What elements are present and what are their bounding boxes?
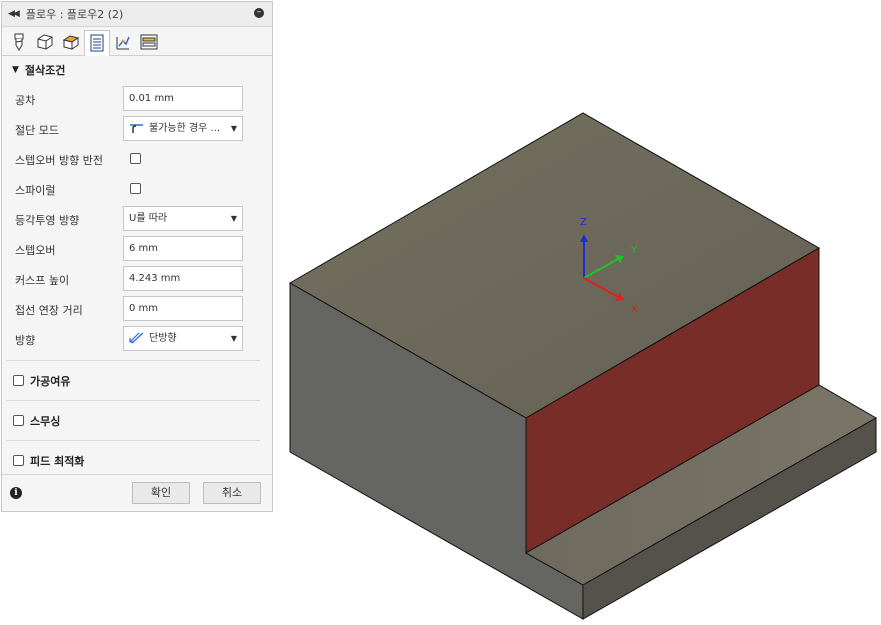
stepover-label: 스텝오버 <box>15 244 56 257</box>
tab-linking[interactable] <box>110 29 136 55</box>
direction-value: 단방향 <box>149 333 177 344</box>
direction-label: 방향 <box>15 334 36 347</box>
geometry-icon <box>37 34 53 50</box>
section-cutting-conditions[interactable]: ▼ 절삭조건 <box>2 56 272 84</box>
cutting-mode-select[interactable]: 불가능한 경우 ... ▼ <box>123 116 243 141</box>
stock-to-leave-checkbox[interactable] <box>13 375 24 386</box>
row-cusp-height: 커스프 높이 4.243 mm <box>2 264 272 294</box>
row-reverse-stepover: 스텝오버 방향 반전 <box>2 144 272 174</box>
tab-tool[interactable] <box>6 29 32 55</box>
post-process-icon <box>140 34 158 50</box>
row-iso-direction: 등각투영 방향 U를 따라 ▼ <box>2 204 272 234</box>
iso-direction-select[interactable]: U를 따라 ▼ <box>123 206 243 231</box>
options-menu-icon[interactable]: – <box>254 8 264 18</box>
tool-icon <box>14 33 24 51</box>
ok-button[interactable]: 확인 <box>132 482 190 504</box>
iso-direction-label: 등각투영 방향 <box>15 214 80 227</box>
iso-direction-value: U를 따라 <box>129 213 168 224</box>
section-smoothing[interactable]: 스무싱 <box>2 401 272 440</box>
tab-geometry[interactable] <box>32 29 58 55</box>
collapse-panel-icon[interactable]: ◀◀ <box>8 9 20 19</box>
dialog-tabs <box>2 27 272 56</box>
row-cutting-mode: 절단 모드 불가능한 경우 ... ▼ <box>2 114 272 144</box>
row-stepover: 스텝오버 6 mm <box>2 234 272 264</box>
tab-passes[interactable] <box>84 30 110 56</box>
stock-to-leave-label: 가공여유 <box>30 374 71 388</box>
axis-z-label: Z <box>580 217 587 228</box>
row-direction: 방향 단방향 ▼ <box>2 324 272 354</box>
tab-heights[interactable] <box>58 29 84 55</box>
spiral-label: 스파이럴 <box>15 184 56 197</box>
dialog-footer: i 확인 취소 <box>2 474 272 511</box>
tangent-extension-input[interactable]: 0 mm <box>123 296 243 321</box>
dialog-title: 플로우 : 플로우2 (2) <box>25 8 124 21</box>
reverse-stepover-label: 스텝오버 방향 반전 <box>15 154 103 167</box>
section-title: 절삭조건 <box>24 64 66 77</box>
heights-icon <box>62 35 80 50</box>
smoothing-label: 스무싱 <box>30 414 61 428</box>
section-stock-to-leave[interactable]: 가공여유 <box>2 361 272 400</box>
direction-select[interactable]: 단방향 ▼ <box>123 326 243 351</box>
cancel-button[interactable]: 취소 <box>203 482 261 504</box>
reverse-stepover-checkbox[interactable] <box>130 153 141 164</box>
one-way-icon <box>129 332 144 344</box>
tangent-extension-label: 접선 연장 거리 <box>15 304 83 317</box>
dropdown-arrow-icon: ▼ <box>230 124 237 133</box>
cutting-mode-label: 절단 모드 <box>15 124 59 137</box>
smoothing-checkbox[interactable] <box>13 415 24 426</box>
tolerance-label: 공차 <box>15 94 36 107</box>
cutting-mode-value: 불가능한 경우 ... <box>149 123 221 134</box>
tab-post-process[interactable] <box>136 29 162 55</box>
dropdown-arrow-icon: ▼ <box>230 214 237 223</box>
axis-x-label: X <box>631 304 638 315</box>
tolerance-input[interactable]: 0.01 mm <box>123 86 243 111</box>
feed-optimization-checkbox[interactable] <box>13 455 24 466</box>
cusp-height-label: 커스프 높이 <box>15 274 70 287</box>
expand-triangle-icon: ▼ <box>12 65 19 75</box>
dropdown-arrow-icon: ▼ <box>230 334 237 343</box>
stepover-input[interactable]: 6 mm <box>123 236 243 261</box>
flow-toolpath-dialog: ◀◀ 플로우 : 플로우2 (2) – ▼ 절삭조건 공차 0.01 mm 절단… <box>1 1 273 512</box>
row-spiral: 스파이럴 <box>2 174 272 204</box>
cusp-height-input[interactable]: 4.243 mm <box>123 266 243 291</box>
dialog-titlebar[interactable]: ◀◀ 플로우 : 플로우2 (2) – <box>2 2 272 27</box>
feed-optimization-label: 피드 최적화 <box>30 454 85 468</box>
linking-icon <box>116 36 130 50</box>
cutting-mode-icon <box>130 124 143 133</box>
passes-icon <box>90 34 104 52</box>
row-tangent-extension: 접선 연장 거리 0 mm <box>2 294 272 324</box>
row-tolerance: 공차 0.01 mm <box>2 84 272 114</box>
axis-y-label: Y <box>630 245 638 256</box>
spiral-checkbox[interactable] <box>130 183 141 194</box>
info-icon[interactable]: i <box>10 487 22 499</box>
